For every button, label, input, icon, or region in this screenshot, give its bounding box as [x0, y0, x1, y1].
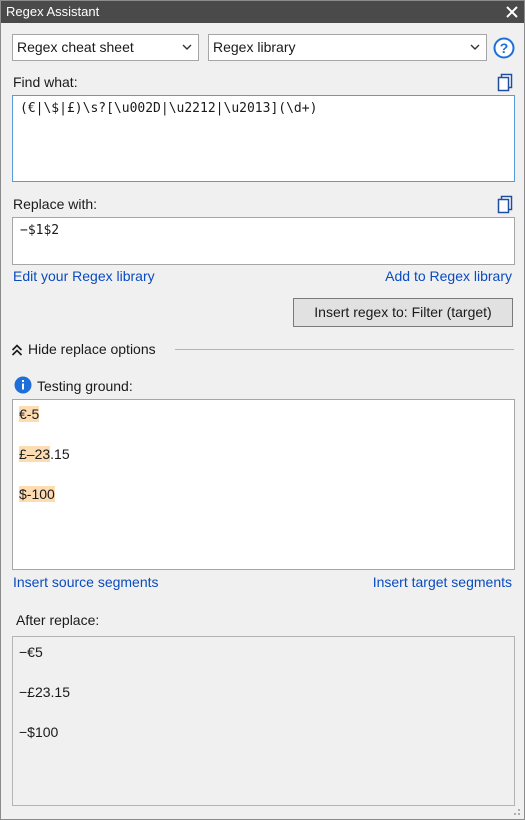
title-bar: Regex Assistant: [1, 1, 524, 23]
testing-line: $-100: [19, 483, 55, 505]
testing-ground-label: Testing ground:: [37, 378, 133, 394]
after-replace-output: −€5 −£23.15 −$100: [12, 636, 515, 806]
insert-target-segments-link[interactable]: Insert target segments: [373, 574, 512, 590]
testing-ground-input[interactable]: €-5 £–23.15 $-100: [12, 399, 515, 570]
window-title: Regex Assistant: [6, 4, 100, 19]
copy-icon[interactable]: [497, 195, 513, 214]
hide-replace-options-label: Hide replace options: [28, 341, 156, 357]
double-chevron-up-icon: [11, 344, 23, 356]
chevron-down-icon: [182, 44, 192, 50]
after-replace-line: −£23.15: [19, 684, 70, 700]
help-icon[interactable]: ?: [493, 37, 515, 59]
find-what-label: Find what:: [13, 74, 78, 90]
info-icon: [14, 376, 32, 394]
edit-library-link[interactable]: Edit your Regex library: [13, 268, 155, 284]
insert-source-segments-link[interactable]: Insert source segments: [13, 574, 159, 590]
after-replace-label: After replace:: [16, 612, 100, 628]
replace-with-value: −$1$2: [20, 223, 60, 238]
after-replace-line: −€5: [19, 644, 43, 660]
testing-line-rest: .15: [50, 446, 70, 462]
close-icon[interactable]: [504, 4, 520, 20]
testing-line: £–23.15: [19, 443, 70, 465]
testing-line: €-5: [19, 403, 40, 425]
section-divider: [175, 349, 514, 350]
add-to-library-link[interactable]: Add to Regex library: [385, 268, 512, 284]
find-what-value: (€|\$|£)\s?[\u002D|\u2212|\u2013](\d+): [20, 101, 318, 116]
copy-icon[interactable]: [497, 73, 513, 92]
match-highlight: €-5: [19, 406, 40, 422]
find-what-input[interactable]: (€|\$|£)\s?[\u002D|\u2212|\u2013](\d+): [12, 95, 515, 182]
chevron-down-icon: [470, 44, 480, 50]
after-replace-line: −$100: [19, 724, 59, 740]
match-highlight: $-100: [19, 486, 55, 502]
regex-library-dropdown-value: Regex library: [213, 39, 296, 55]
replace-with-label: Replace with:: [13, 196, 98, 212]
insert-regex-button[interactable]: Insert regex to: Filter (target): [293, 298, 513, 327]
regex-library-dropdown[interactable]: Regex library: [208, 34, 487, 61]
cheat-sheet-dropdown-value: Regex cheat sheet: [17, 39, 134, 55]
cheat-sheet-dropdown[interactable]: Regex cheat sheet: [12, 34, 199, 61]
svg-text:?: ?: [500, 40, 509, 56]
regex-assistant-window: Regex Assistant Regex cheat sheet Regex …: [0, 0, 525, 820]
replace-with-input[interactable]: −$1$2: [12, 217, 515, 265]
match-highlight: £–23: [19, 446, 51, 462]
resize-grip-icon[interactable]: [511, 806, 521, 816]
